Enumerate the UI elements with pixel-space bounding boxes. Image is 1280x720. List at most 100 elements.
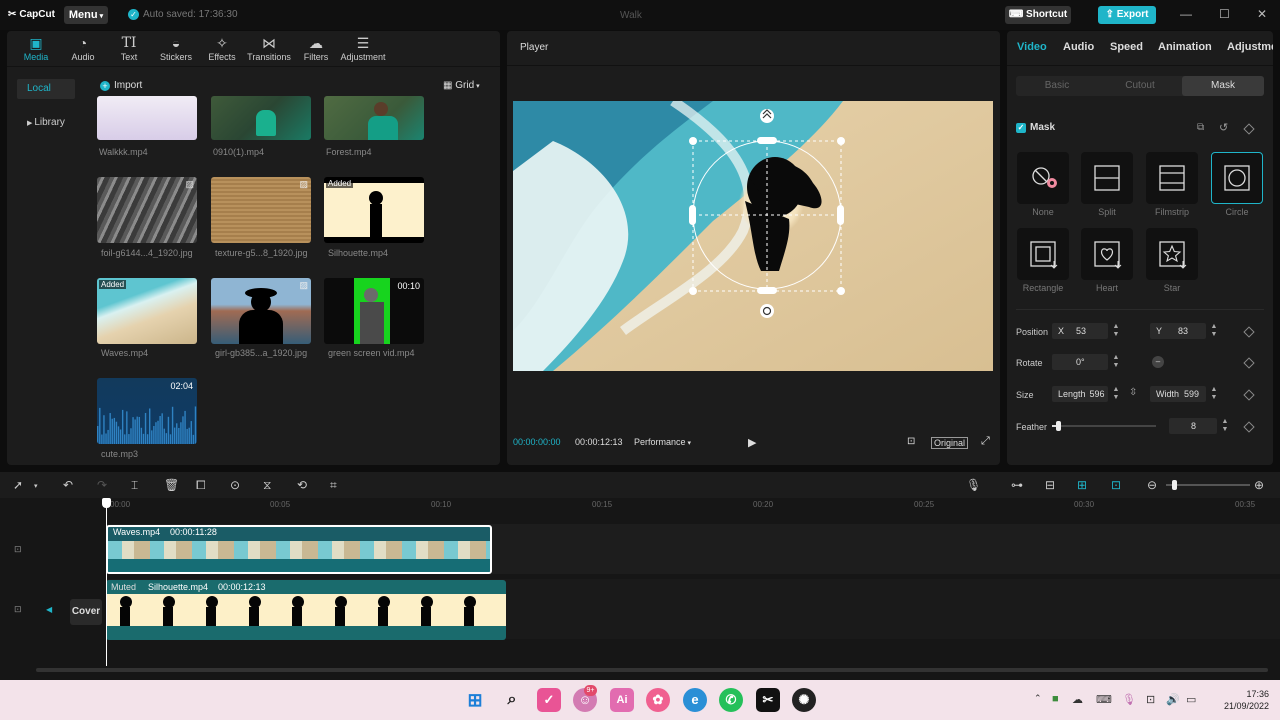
freeze-icon[interactable]: ⧠ [196, 478, 206, 493]
tab-adjustment[interactable]: Adjustme [1227, 41, 1273, 53]
mask-option-split[interactable] [1081, 152, 1133, 204]
feather-stepper[interactable]: ▲ ▼ [1220, 418, 1230, 434]
length-stepper[interactable]: ▲ ▼ [1111, 386, 1121, 402]
chevron-down-icon[interactable]: ▾ [34, 482, 38, 490]
subtab-mask[interactable]: Mask [1182, 76, 1264, 96]
media-thumb-0910[interactable] [211, 96, 311, 140]
picsart-icon[interactable]: ✓ [537, 688, 561, 712]
clip-waves[interactable] [106, 525, 492, 574]
position-x-stepper[interactable]: ▲ ▼ [1111, 323, 1121, 339]
export-button[interactable]: ⇪ Export [1098, 6, 1156, 24]
edge-icon[interactable]: e [683, 688, 707, 712]
align-icon[interactable]: ⊟ [1045, 478, 1055, 492]
mask-option-filmstrip[interactable] [1146, 152, 1198, 204]
keyframe-icon[interactable] [1243, 357, 1255, 369]
view-toggle[interactable]: ▦ Grid ▾ [443, 80, 480, 91]
tab-adjustment[interactable]: ☰ Adjustment [339, 34, 387, 62]
tab-media[interactable]: ▣ Media [12, 34, 60, 62]
reverse-icon[interactable]: ⊙ [230, 478, 240, 492]
maximize-icon[interactable]: ☐ [1219, 7, 1230, 21]
mask-option-heart[interactable] [1081, 228, 1133, 280]
tab-filters[interactable]: ☁ Filters [292, 34, 340, 62]
redo-icon[interactable]: ↷ [97, 478, 107, 492]
davinci-icon[interactable]: ✺ [792, 688, 816, 712]
illustrator-icon[interactable]: Ai [610, 688, 634, 712]
tab-stickers[interactable]: ◒ Stickers [152, 34, 200, 62]
tab-text[interactable]: TI Text [105, 34, 153, 62]
performance-dropdown[interactable]: Performance ▾ [634, 437, 691, 447]
media-thumb-greenscreen[interactable]: 00:10 [324, 278, 424, 344]
video-preview[interactable] [513, 101, 993, 371]
rotate-input[interactable]: 0° [1052, 354, 1108, 370]
tab-effects[interactable]: ✧ Effects [198, 34, 246, 62]
link-ratio-icon[interactable]: ⇳ [1129, 387, 1137, 398]
width-input[interactable]: Width 599 [1150, 386, 1206, 402]
mask-toggle[interactable]: ✓ Mask [1016, 122, 1055, 133]
import-button[interactable]: + Import [100, 80, 142, 91]
mirror-icon[interactable]: ⧖ [263, 478, 271, 493]
media-thumb-foil[interactable]: ▨ [97, 177, 197, 243]
crop-icon[interactable]: ⌗ [330, 478, 337, 493]
playhead-handle[interactable] [102, 498, 111, 508]
mask-option-star[interactable] [1146, 228, 1198, 280]
windows-start-icon[interactable]: ⊞ [463, 688, 487, 712]
track-visibility-icon[interactable]: ⊡ [14, 544, 22, 555]
split-tool-icon[interactable]: ⌶ [131, 478, 138, 493]
keyboard-icon[interactable]: ⌨ [1096, 693, 1112, 706]
tab-transitions[interactable]: ⋈ Transitions [245, 34, 293, 62]
timeline-scrollbar[interactable] [36, 668, 1268, 672]
media-thumb-walkkk[interactable] [97, 96, 197, 140]
close-icon[interactable]: ✕ [1257, 7, 1267, 21]
media-thumb-forest[interactable] [324, 96, 424, 140]
app-flower-icon[interactable]: ✿ [646, 688, 670, 712]
reset-icon[interactable]: ↺ [1219, 121, 1228, 134]
system-clock[interactable]: 17:36 21/09/2022 [1213, 688, 1269, 712]
minimize-icon[interactable]: — [1180, 7, 1192, 21]
keyframe-icon[interactable] [1243, 123, 1255, 135]
mask-option-rectangle[interactable] [1017, 228, 1069, 280]
menu-button[interactable]: Menu ▾ [64, 6, 108, 24]
search-icon[interactable]: ⌕ [500, 688, 524, 712]
fullscreen-icon[interactable]: ⤢ [981, 435, 990, 448]
waveform-toggle-icon[interactable]: ⊡ [907, 436, 915, 447]
zoom-out-icon[interactable]: ⊖ [1147, 478, 1157, 492]
feather-slider-handle[interactable] [1056, 421, 1062, 431]
width-stepper[interactable]: ▲ ▼ [1209, 386, 1219, 402]
zoom-in-icon[interactable]: ⊕ [1254, 478, 1264, 492]
microphone-icon[interactable]: 🎙 [1122, 693, 1136, 706]
length-input[interactable]: Length 596 [1052, 386, 1108, 402]
keyframe-icon[interactable] [1243, 389, 1255, 401]
media-thumb-texture[interactable]: ▨ [211, 177, 311, 243]
rotate-dial-icon[interactable]: – [1152, 356, 1164, 368]
undo-icon[interactable]: ↶ [63, 478, 73, 492]
play-icon[interactable]: ▶ [748, 436, 756, 449]
original-ratio-button[interactable]: Original [931, 437, 969, 449]
track-audio-icon[interactable]: ◀ [46, 605, 52, 614]
tab-video[interactable]: Video [1017, 41, 1047, 53]
keyframe-icon[interactable] [1243, 326, 1255, 338]
playhead[interactable] [106, 500, 107, 666]
mask-option-circle[interactable] [1211, 152, 1263, 204]
link-icon[interactable]: ⊶ [1011, 478, 1023, 492]
delete-icon[interactable]: 🗑 [164, 478, 179, 492]
subtab-basic[interactable]: Basic [1016, 76, 1098, 96]
select-tool-icon[interactable]: ➚ [13, 478, 23, 492]
chevron-up-icon[interactable]: ⌃ [1034, 693, 1042, 704]
invert-mask-icon[interactable]: ⧉ [1197, 122, 1204, 133]
subtab-cutout[interactable]: Cutout [1099, 76, 1181, 96]
media-thumb-cute[interactable]: 02:04 [97, 378, 197, 444]
tab-audio[interactable]: ◔ Audio [59, 34, 107, 62]
volume-icon[interactable]: 🔊 [1166, 693, 1180, 706]
rotate-stepper[interactable]: ▲ ▼ [1111, 354, 1121, 370]
snap-icon[interactable]: ⊞ [1077, 478, 1087, 492]
whatsapp-icon[interactable]: ✆ [719, 688, 743, 712]
feather-slider[interactable] [1052, 421, 1156, 431]
position-y-input[interactable]: Y 83 [1150, 323, 1206, 339]
shortcut-button[interactable]: ⌨ Shortcut [1005, 6, 1071, 24]
nvidia-icon[interactable]: ■ [1052, 693, 1059, 705]
media-thumb-waves[interactable]: Added [97, 278, 197, 344]
rotate-icon[interactable]: ⟲ [297, 478, 307, 492]
cover-button[interactable]: Cover [70, 599, 102, 625]
microphone-icon[interactable]: 🎙 [966, 478, 981, 492]
sidebar-item-library[interactable]: ▶ Library [17, 113, 75, 133]
